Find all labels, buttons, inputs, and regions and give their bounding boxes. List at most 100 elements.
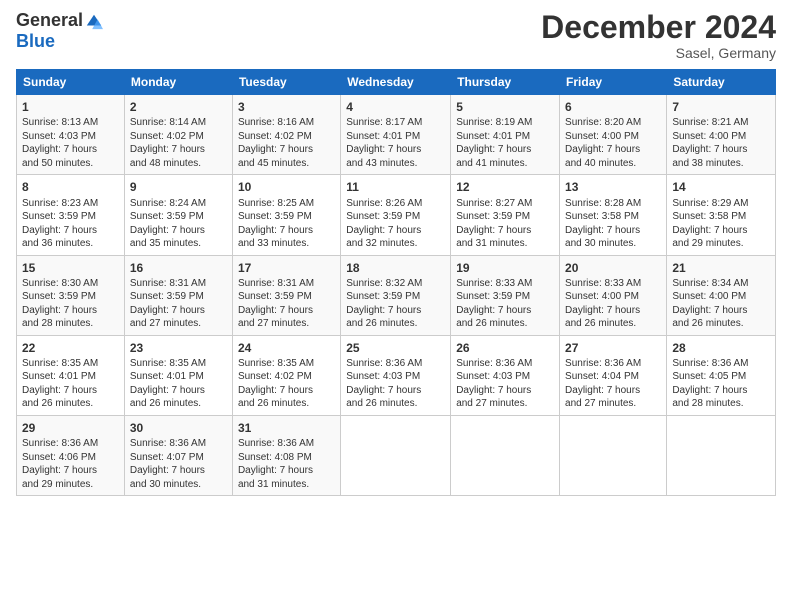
- day-detail: Sunrise: 8:36 AM: [22, 437, 119, 451]
- day-number: 13: [565, 179, 661, 195]
- day-detail: Sunrise: 8:29 AM: [672, 197, 770, 211]
- day-detail: Sunrise: 8:36 AM: [346, 357, 445, 371]
- calendar-cell: [667, 415, 776, 495]
- calendar-table: SundayMondayTuesdayWednesdayThursdayFrid…: [16, 69, 776, 496]
- day-detail: and 28 minutes.: [22, 317, 119, 331]
- calendar-week-row: 15Sunrise: 8:30 AMSunset: 3:59 PMDayligh…: [17, 255, 776, 335]
- day-detail: Sunset: 3:59 PM: [456, 290, 554, 304]
- day-number: 31: [238, 420, 335, 436]
- day-detail: Sunset: 4:00 PM: [565, 130, 661, 144]
- day-detail: and 26 minutes.: [565, 317, 661, 331]
- day-detail: Sunrise: 8:31 AM: [130, 277, 227, 291]
- day-detail: and 29 minutes.: [22, 478, 119, 492]
- calendar-cell: [451, 415, 560, 495]
- calendar-cell: 17Sunrise: 8:31 AMSunset: 3:59 PMDayligh…: [232, 255, 340, 335]
- day-detail: Sunrise: 8:24 AM: [130, 197, 227, 211]
- day-detail: Daylight: 7 hours: [238, 224, 335, 238]
- day-detail: Sunset: 4:00 PM: [672, 130, 770, 144]
- day-number: 3: [238, 99, 335, 115]
- day-detail: Sunset: 3:59 PM: [456, 210, 554, 224]
- day-detail: Sunset: 4:02 PM: [238, 370, 335, 384]
- day-detail: Sunrise: 8:26 AM: [346, 197, 445, 211]
- day-number: 20: [565, 260, 661, 276]
- day-number: 29: [22, 420, 119, 436]
- day-detail: Sunset: 4:02 PM: [130, 130, 227, 144]
- day-detail: Sunrise: 8:14 AM: [130, 116, 227, 130]
- calendar-week-row: 29Sunrise: 8:36 AMSunset: 4:06 PMDayligh…: [17, 415, 776, 495]
- day-detail: Daylight: 7 hours: [565, 384, 661, 398]
- day-detail: Sunset: 4:05 PM: [672, 370, 770, 384]
- day-detail: Sunrise: 8:25 AM: [238, 197, 335, 211]
- calendar-cell: 14Sunrise: 8:29 AMSunset: 3:58 PMDayligh…: [667, 175, 776, 255]
- day-detail: Daylight: 7 hours: [130, 304, 227, 318]
- calendar-cell: 7Sunrise: 8:21 AMSunset: 4:00 PMDaylight…: [667, 95, 776, 175]
- day-number: 22: [22, 340, 119, 356]
- calendar-cell: 6Sunrise: 8:20 AMSunset: 4:00 PMDaylight…: [560, 95, 667, 175]
- day-detail: Sunrise: 8:21 AM: [672, 116, 770, 130]
- day-detail: Sunrise: 8:17 AM: [346, 116, 445, 130]
- calendar-header-monday: Monday: [124, 70, 232, 95]
- day-detail: Daylight: 7 hours: [238, 384, 335, 398]
- day-detail: Daylight: 7 hours: [346, 384, 445, 398]
- day-detail: and 50 minutes.: [22, 157, 119, 171]
- calendar-cell: [341, 415, 451, 495]
- title-block: December 2024 Sasel, Germany: [541, 10, 776, 61]
- day-detail: Sunset: 3:59 PM: [22, 290, 119, 304]
- day-detail: Daylight: 7 hours: [22, 143, 119, 157]
- day-detail: Daylight: 7 hours: [456, 224, 554, 238]
- calendar-cell: 31Sunrise: 8:36 AMSunset: 4:08 PMDayligh…: [232, 415, 340, 495]
- day-detail: Sunrise: 8:36 AM: [130, 437, 227, 451]
- day-detail: and 26 minutes.: [130, 397, 227, 411]
- day-detail: Sunset: 4:03 PM: [456, 370, 554, 384]
- calendar-cell: [560, 415, 667, 495]
- day-detail: and 31 minutes.: [456, 237, 554, 251]
- day-number: 15: [22, 260, 119, 276]
- day-detail: Daylight: 7 hours: [672, 304, 770, 318]
- day-detail: Daylight: 7 hours: [672, 143, 770, 157]
- calendar-cell: 22Sunrise: 8:35 AMSunset: 4:01 PMDayligh…: [17, 335, 125, 415]
- day-number: 6: [565, 99, 661, 115]
- day-detail: Sunrise: 8:36 AM: [565, 357, 661, 371]
- day-detail: Daylight: 7 hours: [346, 143, 445, 157]
- day-number: 16: [130, 260, 227, 276]
- calendar-cell: 15Sunrise: 8:30 AMSunset: 3:59 PMDayligh…: [17, 255, 125, 335]
- day-number: 26: [456, 340, 554, 356]
- day-detail: Daylight: 7 hours: [672, 224, 770, 238]
- day-number: 19: [456, 260, 554, 276]
- day-detail: Sunset: 4:06 PM: [22, 451, 119, 465]
- day-detail: Daylight: 7 hours: [22, 224, 119, 238]
- calendar-cell: 20Sunrise: 8:33 AMSunset: 4:00 PMDayligh…: [560, 255, 667, 335]
- day-number: 30: [130, 420, 227, 436]
- day-detail: Sunset: 3:59 PM: [346, 290, 445, 304]
- calendar-cell: 16Sunrise: 8:31 AMSunset: 3:59 PMDayligh…: [124, 255, 232, 335]
- day-detail: Sunset: 4:02 PM: [238, 130, 335, 144]
- calendar-cell: 23Sunrise: 8:35 AMSunset: 4:01 PMDayligh…: [124, 335, 232, 415]
- day-number: 11: [346, 179, 445, 195]
- header: General Blue December 2024 Sasel, German…: [16, 10, 776, 61]
- calendar-cell: 26Sunrise: 8:36 AMSunset: 4:03 PMDayligh…: [451, 335, 560, 415]
- calendar-cell: 9Sunrise: 8:24 AMSunset: 3:59 PMDaylight…: [124, 175, 232, 255]
- day-detail: Sunrise: 8:36 AM: [238, 437, 335, 451]
- calendar-header-saturday: Saturday: [667, 70, 776, 95]
- day-number: 1: [22, 99, 119, 115]
- day-detail: and 30 minutes.: [130, 478, 227, 492]
- day-detail: Daylight: 7 hours: [238, 464, 335, 478]
- logo-general: General: [16, 10, 83, 31]
- calendar-cell: 28Sunrise: 8:36 AMSunset: 4:05 PMDayligh…: [667, 335, 776, 415]
- day-detail: Sunset: 4:01 PM: [456, 130, 554, 144]
- calendar-header-thursday: Thursday: [451, 70, 560, 95]
- calendar-cell: 19Sunrise: 8:33 AMSunset: 3:59 PMDayligh…: [451, 255, 560, 335]
- day-detail: Sunset: 3:59 PM: [130, 210, 227, 224]
- day-detail: Sunset: 3:59 PM: [238, 210, 335, 224]
- logo-icon: [85, 12, 103, 30]
- day-detail: Daylight: 7 hours: [130, 384, 227, 398]
- day-detail: Sunset: 4:01 PM: [130, 370, 227, 384]
- day-detail: Daylight: 7 hours: [22, 304, 119, 318]
- day-detail: Sunrise: 8:30 AM: [22, 277, 119, 291]
- day-detail: Sunset: 4:00 PM: [672, 290, 770, 304]
- day-detail: and 27 minutes.: [238, 317, 335, 331]
- day-detail: Sunset: 3:58 PM: [565, 210, 661, 224]
- day-detail: Sunrise: 8:36 AM: [456, 357, 554, 371]
- day-detail: and 26 minutes.: [346, 397, 445, 411]
- day-detail: and 36 minutes.: [22, 237, 119, 251]
